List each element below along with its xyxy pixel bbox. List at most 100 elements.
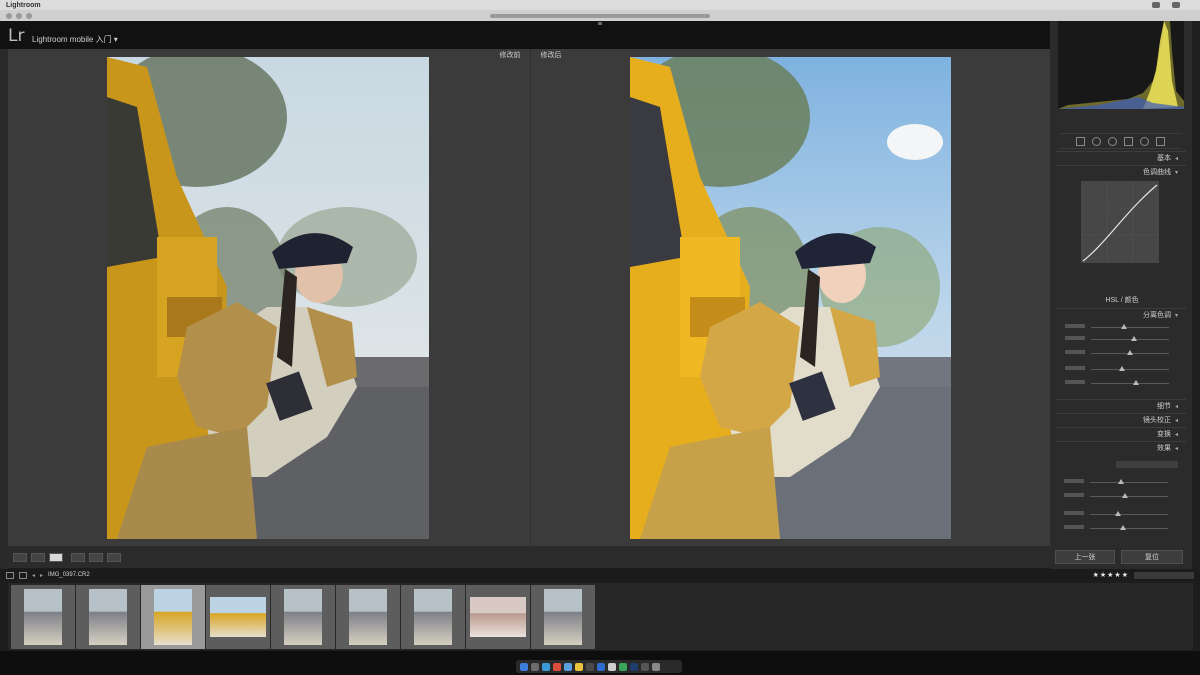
before-after-mode-button[interactable] bbox=[49, 552, 63, 562]
zoom-window-button[interactable] bbox=[26, 13, 32, 19]
slider-row[interactable] bbox=[1061, 324, 1183, 332]
section-label: 效果 bbox=[1156, 445, 1171, 452]
catalog-selector[interactable]: Lightroom mobile 入门 ▾ bbox=[32, 34, 118, 45]
slider-knob[interactable] bbox=[1120, 525, 1126, 530]
section-label: 色调曲线 bbox=[1142, 169, 1171, 176]
app-icon[interactable] bbox=[619, 662, 627, 671]
slider-row[interactable] bbox=[1061, 366, 1183, 374]
safari-icon[interactable] bbox=[542, 662, 550, 671]
filmstrip-thumbnail[interactable] bbox=[141, 585, 205, 649]
loupe-view-button[interactable] bbox=[13, 552, 27, 562]
left-panel-collapsed[interactable] bbox=[0, 49, 8, 569]
histogram[interactable] bbox=[1058, 21, 1184, 109]
slider-knob[interactable] bbox=[1131, 336, 1137, 341]
slider-knob[interactable] bbox=[1119, 366, 1125, 371]
slider-knob[interactable] bbox=[1121, 324, 1127, 329]
current-filename[interactable]: IMG_0397.CR2 bbox=[48, 572, 90, 578]
nav-forward-icon[interactable]: ▸ bbox=[40, 572, 43, 579]
filmstrip-thumbnail[interactable] bbox=[206, 585, 270, 649]
menubar-app-name[interactable]: Lightroom bbox=[6, 2, 41, 9]
before-after-toggle[interactable] bbox=[31, 552, 45, 562]
slider-knob[interactable] bbox=[1127, 350, 1133, 355]
section-label: 镜头校正 bbox=[1142, 417, 1171, 424]
notes-icon[interactable] bbox=[575, 662, 583, 671]
radial-filter-icon[interactable] bbox=[1140, 136, 1149, 146]
before-photo[interactable] bbox=[107, 57, 429, 539]
app-icon[interactable] bbox=[608, 662, 616, 671]
finder-icon[interactable] bbox=[520, 662, 528, 671]
thumbnail-image bbox=[284, 589, 322, 645]
section-label: 基本 bbox=[1156, 155, 1171, 162]
red-eye-icon[interactable] bbox=[1108, 136, 1117, 146]
graduated-filter-icon[interactable] bbox=[1124, 136, 1133, 146]
spot-removal-icon[interactable] bbox=[1092, 136, 1101, 146]
launchpad-icon[interactable] bbox=[531, 662, 539, 671]
wifi-icon[interactable] bbox=[1152, 2, 1160, 8]
window-titlebar bbox=[0, 10, 1200, 21]
filmstrip-thumbnail[interactable] bbox=[531, 585, 595, 649]
collapse-arrow-icon: ◂ bbox=[1174, 445, 1178, 452]
collapse-arrow-icon: ◂ bbox=[1174, 431, 1178, 438]
filmstrip-thumbnail[interactable] bbox=[466, 585, 530, 649]
slider-knob[interactable] bbox=[1122, 493, 1128, 498]
battery-icon[interactable] bbox=[1172, 2, 1180, 8]
slider-knob[interactable] bbox=[1115, 511, 1121, 516]
minimize-window-button[interactable] bbox=[16, 13, 22, 19]
histogram-meta bbox=[1060, 112, 1180, 128]
filter-dropdown[interactable] bbox=[1134, 571, 1194, 579]
filmstrip-thumbnail[interactable] bbox=[336, 585, 400, 649]
slider-knob[interactable] bbox=[1118, 479, 1124, 484]
status-tray bbox=[1152, 2, 1200, 8]
section-lens-corrections[interactable]: 镜头校正 ◂ bbox=[1056, 413, 1186, 426]
section-basic[interactable]: 基本 ◂ bbox=[1056, 151, 1186, 164]
section-transform[interactable]: 变换 ◂ bbox=[1056, 427, 1186, 440]
slider-row[interactable] bbox=[1061, 380, 1183, 388]
right-panel-edge[interactable] bbox=[1192, 21, 1200, 569]
copy-settings-reverse-button[interactable] bbox=[107, 552, 121, 562]
compare-divider bbox=[530, 49, 531, 546]
close-window-button[interactable] bbox=[6, 13, 12, 19]
section-tone-curve[interactable]: 色调曲线 ▾ bbox=[1056, 165, 1186, 178]
filmstrip-thumbnail[interactable] bbox=[76, 585, 140, 649]
filmstrip-thumbnail[interactable] bbox=[11, 585, 75, 649]
copy-settings-button[interactable] bbox=[89, 552, 103, 562]
histogram-graph bbox=[1058, 21, 1184, 109]
hsl-color-tabs[interactable]: HSL / 颜色 bbox=[1058, 295, 1186, 307]
app-icon[interactable] bbox=[553, 662, 561, 671]
thumbnail-image bbox=[544, 589, 582, 645]
filmstrip-thumbnail[interactable] bbox=[271, 585, 335, 649]
reset-button[interactable]: 复位 bbox=[1121, 550, 1183, 564]
tone-curve-graph[interactable] bbox=[1081, 181, 1159, 263]
swap-button[interactable] bbox=[71, 552, 85, 562]
rating-filter-stars[interactable]: ★★★★★ bbox=[1093, 571, 1129, 579]
app-icon[interactable] bbox=[597, 662, 605, 671]
trash-icon[interactable] bbox=[652, 662, 660, 671]
slider-row[interactable] bbox=[1060, 479, 1182, 487]
second-window-icon[interactable] bbox=[19, 571, 27, 579]
grid-view-icon[interactable] bbox=[6, 571, 14, 579]
thumbnail-image bbox=[154, 589, 192, 645]
section-detail[interactable]: 细节 ◂ bbox=[1056, 399, 1186, 412]
app-icon[interactable] bbox=[586, 662, 594, 671]
section-effects[interactable]: 效果 ◂ bbox=[1056, 441, 1186, 454]
previous-button[interactable]: 上一张 bbox=[1055, 550, 1115, 564]
lightroom-dock-icon[interactable] bbox=[630, 662, 638, 671]
slider-row[interactable] bbox=[1060, 493, 1182, 501]
slider-row[interactable] bbox=[1060, 511, 1182, 519]
panel-toggle-top[interactable] bbox=[598, 22, 602, 25]
process-dropdown[interactable] bbox=[1116, 461, 1178, 468]
nav-back-icon[interactable]: ◂ bbox=[32, 572, 35, 579]
filmstrip-thumbnail[interactable] bbox=[401, 585, 465, 649]
app-icon[interactable] bbox=[641, 662, 649, 671]
slider-knob[interactable] bbox=[1133, 380, 1139, 385]
slider-row[interactable] bbox=[1061, 336, 1183, 344]
tone-curve-line bbox=[1081, 181, 1159, 263]
after-photo[interactable] bbox=[630, 57, 951, 539]
curve-channel-row[interactable] bbox=[1063, 283, 1179, 293]
slider-row[interactable] bbox=[1061, 350, 1183, 358]
section-label: 变换 bbox=[1156, 431, 1171, 438]
slider-row[interactable] bbox=[1060, 525, 1182, 533]
crop-icon[interactable] bbox=[1076, 136, 1085, 146]
adjustment-brush-icon[interactable] bbox=[1156, 136, 1165, 146]
app-icon[interactable] bbox=[564, 662, 572, 671]
